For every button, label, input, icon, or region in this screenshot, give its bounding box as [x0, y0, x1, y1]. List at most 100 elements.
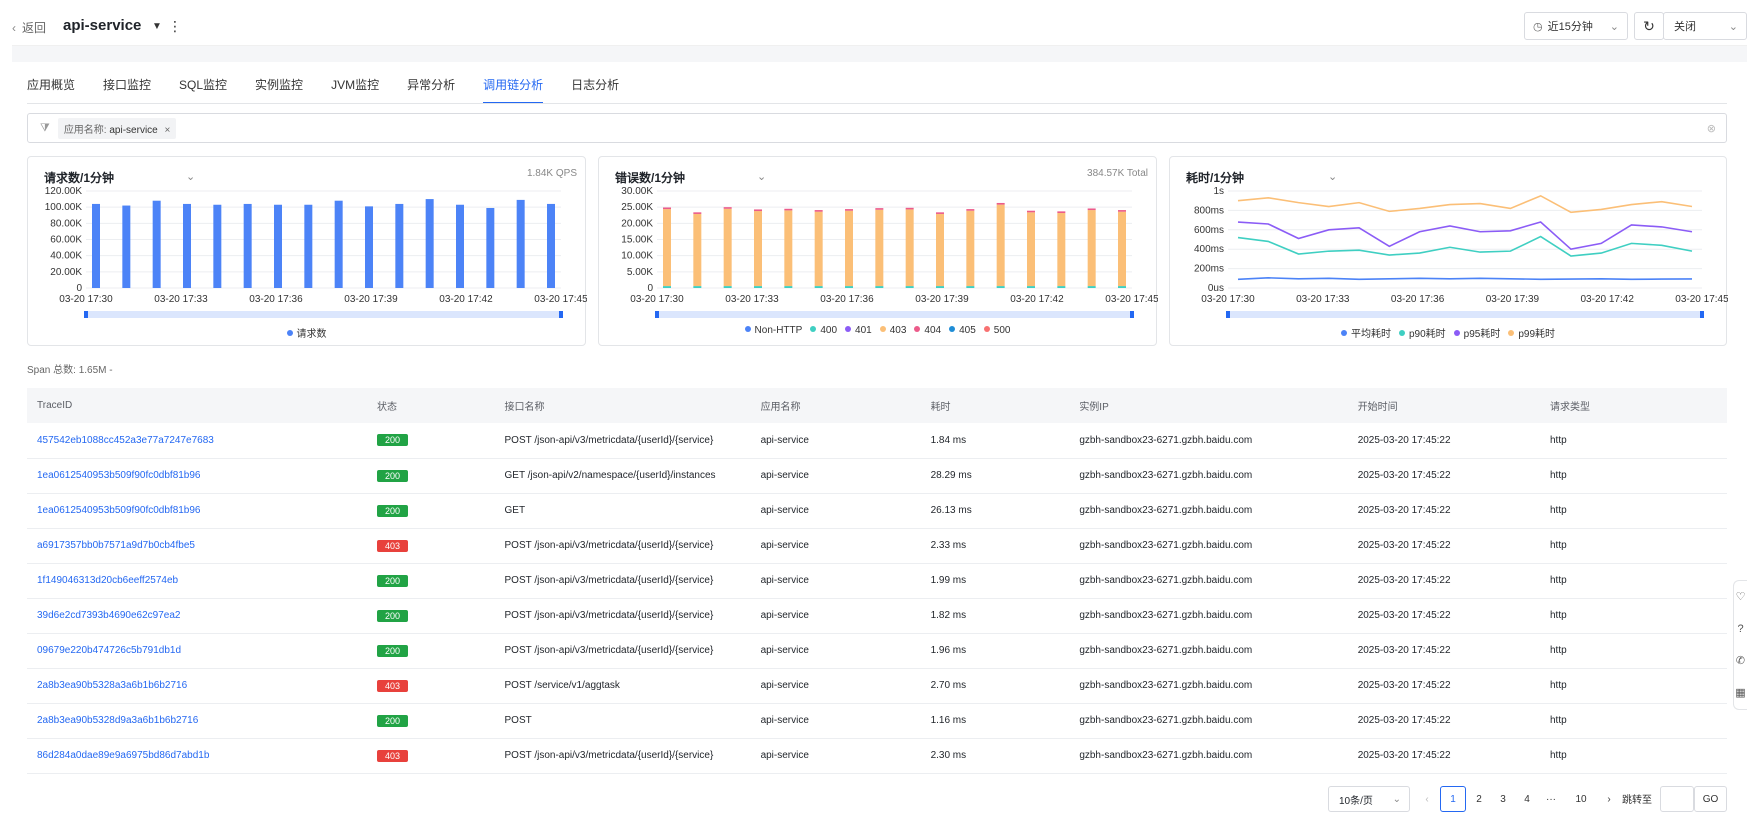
bar-404[interactable]	[814, 210, 823, 212]
bar-400[interactable]	[693, 286, 702, 288]
bar-404[interactable]	[936, 212, 944, 214]
bar-403[interactable]	[754, 211, 762, 287]
bar-403[interactable]	[814, 211, 823, 287]
line-p90耗时[interactable]	[1237, 235, 1693, 257]
trace-id-link[interactable]: 2a8b3ea90b5328a3a6b1b6b2716	[27, 668, 367, 704]
trace-id-link[interactable]: 86d284a0dae89e9a6975bd86d7abd1b	[27, 738, 367, 774]
bar-400[interactable]	[663, 286, 671, 288]
bar-请求数[interactable]	[486, 207, 495, 288]
trace-id-link[interactable]: 1ea0612540953b509f90fc0dbf81b96	[27, 493, 367, 529]
bar-400[interactable]	[936, 286, 944, 288]
close-icon[interactable]: ×	[165, 125, 171, 136]
tab-5[interactable]: 异常分析	[407, 76, 455, 104]
trace-id-link[interactable]: 1f149046313d20cb6eeff2574eb	[27, 563, 367, 599]
trace-id-link[interactable]: 09679e220b474726c5b791db1d	[27, 633, 367, 669]
bar-请求数[interactable]	[122, 205, 131, 288]
filter-chip[interactable]: 应用名称: api-service ×	[57, 117, 177, 139]
bar-404[interactable]	[905, 207, 914, 210]
bar-400[interactable]	[723, 286, 732, 288]
table-row[interactable]: 09679e220b474726c5b791db1d 200 POST /json-…	[27, 633, 1727, 669]
bar-请求数[interactable]	[456, 204, 464, 288]
chevron-down-icon[interactable]: ⌄	[186, 170, 195, 183]
bar-400[interactable]	[875, 286, 884, 288]
trace-id-link[interactable]: 457542eb1088cc452a3e77a7247e7683	[27, 423, 367, 459]
trace-id-link[interactable]: a6917357bb0b7571a9d7b0cb4fbe5	[27, 528, 367, 564]
range-slider-handle-left[interactable]	[84, 311, 88, 318]
time-range-select[interactable]: ◷ 近15分钟 ⌄	[1524, 12, 1628, 40]
service-selector[interactable]: api-service	[63, 17, 141, 34]
jump-page-input[interactable]	[1660, 786, 1694, 812]
table-row[interactable]: 2a8b3ea90b5328a3a6b1b6b2716 403 POST /serv…	[27, 668, 1727, 704]
line-p99耗时[interactable]	[1237, 194, 1693, 214]
bar-404[interactable]	[754, 209, 762, 212]
range-slider-handle-right[interactable]	[1130, 311, 1134, 318]
bar-请求数[interactable]	[213, 204, 222, 288]
grid-icon[interactable]: ▦	[1734, 677, 1747, 709]
bar-400[interactable]	[905, 286, 914, 288]
column-header[interactable]: 开始时间	[1347, 388, 1540, 423]
bar-请求数[interactable]	[516, 199, 525, 288]
page-1[interactable]: 1	[1440, 786, 1466, 812]
legend-item[interactable]: 404	[914, 325, 941, 336]
legend-item[interactable]: p90耗时	[1398, 325, 1446, 340]
bar-400[interactable]	[1027, 286, 1035, 288]
bar-403[interactable]	[875, 209, 884, 287]
bar-请求数[interactable]	[183, 203, 191, 288]
bar-403[interactable]	[1027, 212, 1035, 287]
bar-请求数[interactable]	[365, 206, 373, 288]
bar-404[interactable]	[1087, 208, 1096, 211]
page-4[interactable]: 4	[1514, 786, 1540, 812]
tab-2[interactable]: SQL监控	[179, 76, 227, 104]
auto-refresh-select[interactable]: 关闭 ⌄	[1663, 12, 1747, 40]
more-vertical-icon[interactable]: ⋮	[168, 18, 182, 35]
table-row[interactable]: 86d284a0dae89e9a6975bd86d7abd1b 403 POST /…	[27, 738, 1727, 774]
tab-3[interactable]: 实例监控	[255, 76, 303, 104]
bar-403[interactable]	[1057, 212, 1066, 287]
bar-403[interactable]	[845, 210, 853, 287]
bar-404[interactable]	[784, 208, 793, 211]
chevron-down-icon[interactable]: ⌄	[1328, 170, 1337, 183]
bar-403[interactable]	[663, 209, 671, 287]
bar-400[interactable]	[996, 286, 1005, 288]
table-row[interactable]: 1ea0612540953b509f90fc0dbf81b96 200 GET /j…	[27, 458, 1727, 494]
filter-bar[interactable]: ⧩ 应用名称: api-service × ⊗	[27, 113, 1727, 143]
column-header[interactable]: TraceID	[27, 388, 367, 423]
page-3[interactable]: 3	[1490, 786, 1516, 812]
bar-请求数[interactable]	[92, 203, 100, 288]
bar-404[interactable]	[966, 209, 975, 211]
range-slider-handle-right[interactable]	[559, 311, 563, 318]
column-header[interactable]: 请求类型	[1540, 388, 1727, 423]
range-slider-track[interactable]	[657, 311, 1132, 318]
bar-403[interactable]	[936, 213, 944, 287]
heart-icon[interactable]: ♡	[1734, 581, 1747, 613]
bar-403[interactable]	[1118, 211, 1126, 287]
bar-403[interactable]	[693, 213, 702, 287]
column-header[interactable]: 接口名称	[494, 388, 751, 423]
bar-400[interactable]	[845, 286, 853, 288]
legend-item[interactable]: 请求数	[286, 325, 327, 340]
table-row[interactable]: 457542eb1088cc452a3e77a7247e7683 200 POST …	[27, 423, 1727, 459]
page-10[interactable]: 10	[1568, 786, 1594, 812]
bar-404[interactable]	[1027, 210, 1035, 213]
tab-4[interactable]: JVM监控	[331, 76, 379, 104]
range-slider-handle-left[interactable]	[1226, 311, 1230, 318]
tab-0[interactable]: 应用概览	[27, 76, 75, 104]
legend-item[interactable]: 400	[810, 325, 837, 336]
help-icon[interactable]: ?	[1734, 613, 1747, 645]
bar-400[interactable]	[814, 286, 823, 288]
line-平均耗时[interactable]	[1237, 277, 1693, 281]
bar-请求数[interactable]	[152, 200, 161, 288]
prev-page-icon[interactable]: ‹	[1414, 786, 1440, 812]
trace-id-link[interactable]: 39d6e2cd7393b4690e62c97ea2	[27, 598, 367, 634]
chevron-down-icon[interactable]: ⌄	[757, 170, 766, 183]
bar-请求数[interactable]	[304, 204, 313, 288]
table-row[interactable]: a6917357bb0b7571a9d7b0cb4fbe5 403 POST /js…	[27, 528, 1727, 564]
bar-400[interactable]	[1057, 286, 1066, 288]
range-slider-track[interactable]	[86, 311, 561, 318]
trace-id-link[interactable]: 1ea0612540953b509f90fc0dbf81b96	[27, 458, 367, 494]
page-size-select[interactable]: 10条/页 ⌄	[1328, 786, 1410, 812]
refresh-button[interactable]: ↻	[1634, 12, 1664, 40]
legend-item[interactable]: 401	[845, 325, 872, 336]
table-row[interactable]: 1f149046313d20cb6eeff2574eb 200 POST /json…	[27, 563, 1727, 599]
legend-item[interactable]: Non-HTTP	[744, 325, 802, 336]
